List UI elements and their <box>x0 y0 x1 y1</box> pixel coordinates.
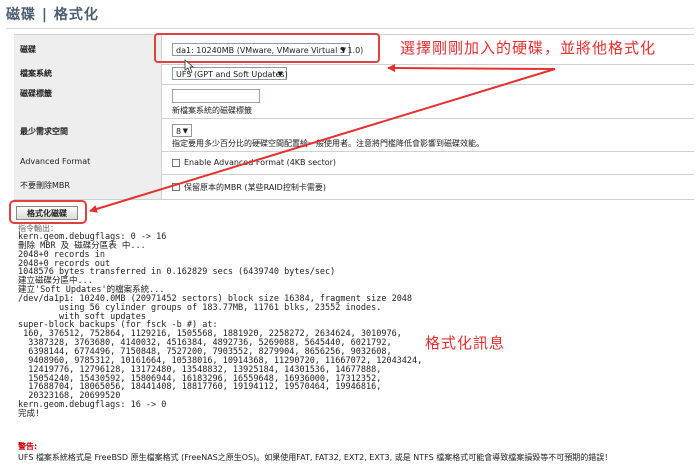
annotation-format-info: 格式化訊息 <box>425 334 506 352</box>
annotation-arrow-to-select <box>387 64 556 73</box>
warning-text: UFS 檔案系統格式是 FreeBSD 原生檔案格式 (FreeNAS之原生OS… <box>18 453 613 462</box>
output-line: 1048576 bytes transferred in 0.162829 se… <box>18 267 336 278</box>
annotation-select-disk: 選擇剛剛加入的硬碟，並將他格式化 <box>400 39 657 57</box>
mouse-cursor-icon <box>184 59 195 74</box>
command-output: kern.geom.debugflags: 0 -> 16 刪除 MBR 及 磁碟… <box>18 233 538 419</box>
output-line: kern.geom.debugflags: 16 -> 0 <box>18 400 167 411</box>
warning-label: 警告: <box>18 442 38 451</box>
output-line: 完成! <box>18 408 41 419</box>
annotation-arrow <box>89 68 556 213</box>
